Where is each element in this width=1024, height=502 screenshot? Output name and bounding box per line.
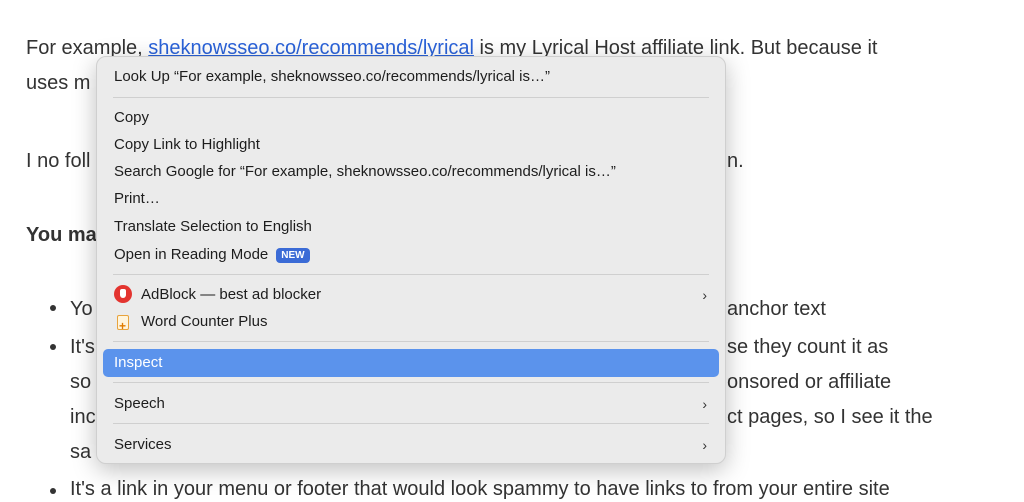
menu-item-speech[interactable]: Speech ›	[103, 392, 719, 416]
bullet-dot	[50, 488, 56, 494]
menu-item-label: Speech	[114, 395, 165, 412]
bullet-dot	[50, 344, 56, 350]
adblock-icon	[114, 285, 132, 303]
bullet-2-right: se they count it as	[727, 336, 889, 358]
menu-item-adblock[interactable]: AdBlock — best ad blocker ›	[103, 283, 719, 307]
menu-item-copy-link-to-highlight[interactable]: Copy Link to Highlight	[103, 133, 719, 157]
bullet-2-line-3-left: inc	[70, 406, 96, 428]
section-heading: You ma	[26, 224, 97, 246]
menu-item-inspect[interactable]: Inspect	[103, 349, 719, 377]
menu-item-copy[interactable]: Copy	[103, 106, 719, 130]
menu-item-lookup[interactable]: Look Up “For example, sheknowsseo.co/rec…	[103, 65, 719, 89]
menu-item-search-google[interactable]: Search Google for “For example, sheknows…	[103, 160, 719, 184]
menu-separator	[113, 382, 709, 383]
bullet-3: It's a link in your menu or footer that …	[70, 478, 890, 500]
menu-item-label: Services	[114, 436, 172, 453]
menu-item-translate[interactable]: Translate Selection to English	[103, 215, 719, 239]
word-counter-icon	[117, 314, 129, 338]
bullet-1-right: anchor text	[727, 298, 826, 320]
menu-item-services[interactable]: Services ›	[103, 433, 719, 457]
context-menu: Look Up “For example, sheknowsseo.co/rec…	[96, 56, 726, 464]
menu-item-word-counter-plus[interactable]: Word Counter Plus	[103, 310, 719, 338]
bullet-1-left: Yo	[70, 298, 93, 320]
bullet-2-left: It's	[70, 336, 95, 358]
chevron-right-icon: ›	[702, 437, 707, 453]
menu-item-label: Open in Reading Mode	[114, 246, 269, 263]
paragraph-line-2: uses m	[26, 72, 91, 94]
bullet-2-line-3-right: ct pages, so I see it the	[727, 406, 933, 428]
menu-item-open-reading-mode[interactable]: Open in Reading Mode NEW	[103, 243, 719, 267]
menu-separator	[113, 341, 709, 342]
menu-item-print[interactable]: Print…	[103, 187, 719, 211]
bullet-2-line-2-left: so	[70, 371, 92, 393]
menu-separator	[113, 97, 709, 98]
menu-item-label: AdBlock — best ad blocker	[141, 286, 322, 303]
paragraph-2-left: I no foll	[26, 150, 91, 172]
menu-separator	[113, 423, 709, 424]
chevron-right-icon: ›	[702, 396, 707, 412]
menu-separator	[113, 274, 709, 275]
new-badge: NEW	[276, 248, 310, 263]
bullet-dot	[50, 305, 56, 311]
bullet-2-line-4-left: sa	[70, 441, 92, 463]
chevron-right-icon: ›	[702, 287, 707, 303]
menu-item-label: Word Counter Plus	[141, 313, 268, 330]
paragraph-2-right: n.	[727, 150, 744, 172]
bullet-2-line-2-right: onsored or affiliate	[727, 371, 892, 393]
